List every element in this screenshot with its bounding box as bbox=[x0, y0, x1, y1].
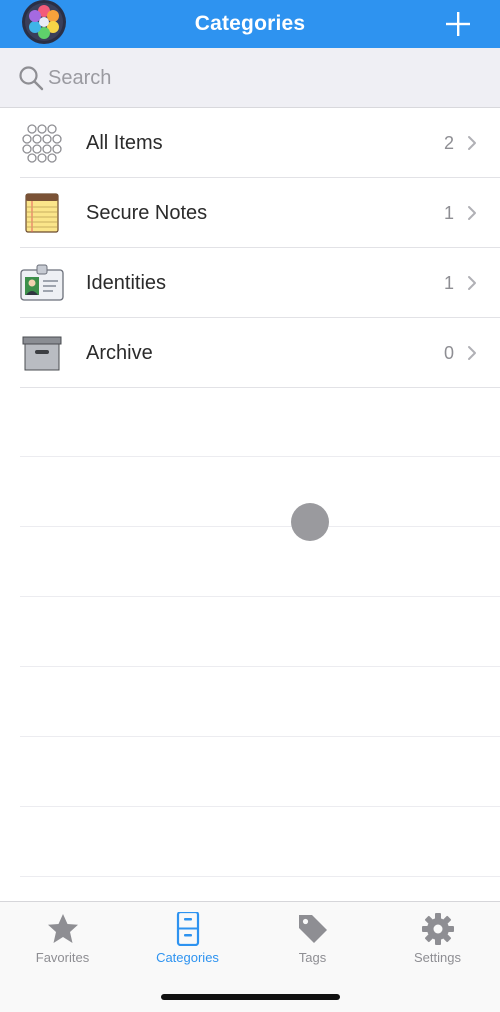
empty-row-separator bbox=[0, 807, 500, 877]
tab-label: Tags bbox=[298, 950, 327, 965]
category-label: All Items bbox=[86, 131, 163, 154]
category-row-all-items[interactable]: All Items 2 bbox=[0, 108, 500, 178]
tab-categories[interactable]: Categories bbox=[125, 902, 250, 972]
tab-label: Favorites bbox=[35, 950, 90, 965]
empty-row-separator bbox=[0, 667, 500, 737]
touch-indicator bbox=[291, 503, 329, 541]
empty-row-separator bbox=[0, 737, 500, 807]
empty-row-separator bbox=[0, 457, 500, 527]
tab-settings[interactable]: Settings bbox=[375, 902, 500, 972]
chevron-right-icon bbox=[468, 206, 476, 220]
category-row-secure-notes[interactable]: Secure Notes 1 bbox=[0, 178, 500, 248]
plus-icon bbox=[446, 12, 470, 36]
category-row-identities[interactable]: Identities 1 bbox=[0, 248, 500, 318]
tab-label: Categories bbox=[156, 950, 219, 965]
category-label: Secure Notes bbox=[86, 201, 208, 224]
gear-icon bbox=[421, 913, 454, 945]
category-count: 1 bbox=[443, 202, 454, 223]
notepad-icon bbox=[25, 193, 59, 233]
home-indicator bbox=[161, 994, 340, 1000]
id-card-icon bbox=[20, 264, 64, 301]
app-logo-icon[interactable] bbox=[21, 0, 67, 44]
add-button[interactable] bbox=[438, 6, 478, 42]
tag-icon bbox=[298, 915, 327, 943]
empty-list-area bbox=[0, 387, 500, 877]
file-cabinet-icon bbox=[176, 912, 199, 946]
page-title: Categories bbox=[194, 12, 306, 35]
all-items-icon bbox=[22, 124, 62, 163]
category-count: 0 bbox=[443, 342, 454, 363]
category-count: 2 bbox=[443, 132, 454, 153]
empty-row-separator bbox=[0, 387, 500, 457]
search-input[interactable] bbox=[48, 62, 468, 94]
search-bar bbox=[0, 48, 500, 108]
tab-tags[interactable]: Tags bbox=[250, 902, 375, 972]
nav-bar: Categories bbox=[0, 0, 500, 48]
tab-label: Settings bbox=[414, 950, 461, 965]
category-list: All Items 2 Secure Notes 1 Identities 1 … bbox=[0, 108, 500, 388]
category-label: Archive bbox=[86, 341, 153, 364]
empty-row-separator bbox=[0, 527, 500, 597]
star-icon bbox=[47, 914, 78, 943]
chevron-right-icon bbox=[468, 346, 476, 360]
empty-row-separator bbox=[0, 597, 500, 667]
search-icon bbox=[19, 66, 44, 91]
category-label: Identities bbox=[86, 271, 167, 294]
chevron-right-icon bbox=[468, 136, 476, 150]
archive-box-icon bbox=[22, 336, 62, 371]
tab-favorites[interactable]: Favorites bbox=[0, 902, 125, 972]
category-row-archive[interactable]: Archive 0 bbox=[0, 318, 500, 388]
chevron-right-icon bbox=[468, 276, 476, 290]
category-count: 1 bbox=[443, 272, 454, 293]
